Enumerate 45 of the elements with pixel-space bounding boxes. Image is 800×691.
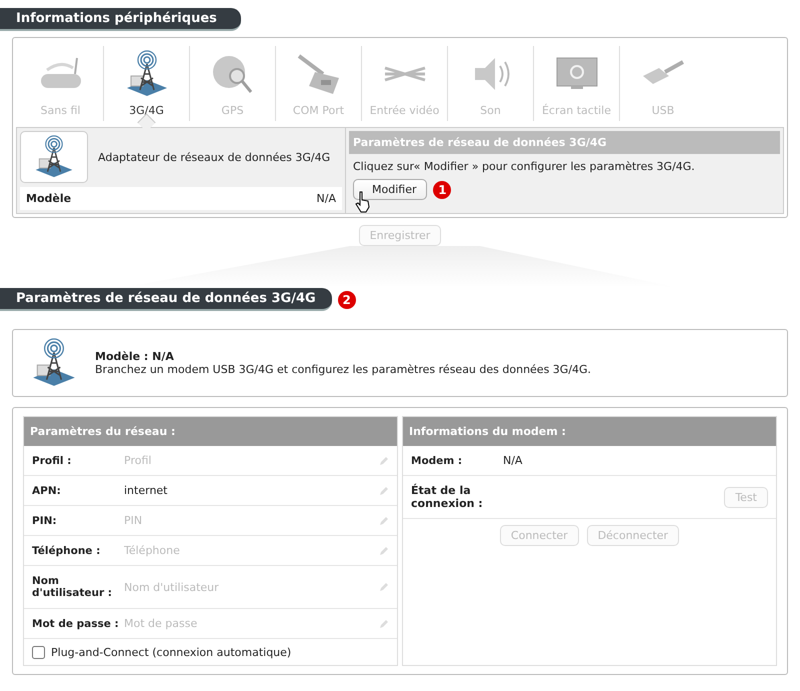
- section-title: Paramètres de réseau de données 3G/4G: [0, 288, 332, 311]
- checkbox[interactable]: [32, 646, 45, 659]
- input-field[interactable]: internet: [124, 484, 379, 497]
- field-label: APN:: [32, 484, 62, 496]
- input-field[interactable]: PIN: [124, 514, 379, 527]
- field-label: Profil :: [32, 454, 72, 466]
- adapter-name: Adaptateur de réseaux de données 3G/4G: [98, 150, 330, 164]
- model-label: Modèle: [26, 192, 72, 205]
- field-label: PIN:: [32, 514, 58, 526]
- input-field[interactable]: Téléphone: [124, 544, 379, 557]
- pencil-icon[interactable]: [379, 546, 389, 556]
- field-label: Mot de passe :: [32, 618, 120, 630]
- model-heading: Modèle : N/A: [95, 350, 175, 363]
- input-field[interactable]: Profil: [124, 454, 379, 467]
- column-header: Informations du modem :: [403, 417, 776, 446]
- device-tab[interactable]: Sans fil: [18, 46, 104, 121]
- hand-cursor-icon: [355, 191, 371, 213]
- step-badge: 1: [433, 180, 452, 198]
- device-tab[interactable]: Entrée vidéo: [362, 46, 448, 121]
- model-value: N/A: [316, 192, 336, 205]
- modify-button[interactable]: Modifier: [353, 179, 428, 200]
- field-label: Téléphone :: [32, 544, 102, 556]
- column-header: Paramètres du réseau :: [24, 417, 397, 446]
- modem-value: N/A: [503, 454, 522, 467]
- description: Branchez un modem USB 3G/4G et configurez les paramètres réseau des données 3G/4G.: [95, 363, 592, 376]
- device-tab[interactable]: USB: [620, 46, 706, 121]
- device-tab[interactable]: Son: [448, 46, 534, 121]
- device-tab[interactable]: GPS: [190, 46, 276, 121]
- checkbox-label: Plug-and-Connect (connexion automatique): [51, 646, 292, 659]
- pencil-icon[interactable]: [379, 486, 389, 496]
- device-tab[interactable]: COM Port: [276, 46, 362, 121]
- device-tab[interactable]: Écran tactile: [534, 46, 620, 121]
- pencil-icon[interactable]: [379, 456, 389, 466]
- field-label: État de la connexion :: [411, 484, 484, 510]
- step-badge: 2: [338, 290, 356, 308]
- input-field[interactable]: Nom d'utilisateur: [124, 580, 379, 594]
- pencil-icon[interactable]: [379, 618, 389, 628]
- pencil-icon[interactable]: [379, 516, 389, 526]
- field-label: Nom d'utilisateur :: [32, 575, 114, 599]
- section-title: Informations périphériques: [0, 8, 241, 31]
- input-field[interactable]: Mot de passe: [124, 617, 379, 630]
- pencil-icon[interactable]: [379, 582, 389, 592]
- field-label: Modem :: [411, 454, 464, 466]
- panel-hint: Cliquez sur« Modifier » pour configurer les paramètres 3G/4G.: [352, 159, 696, 175]
- panel-header: Paramètres de réseau de données 3G/4G: [349, 131, 780, 154]
